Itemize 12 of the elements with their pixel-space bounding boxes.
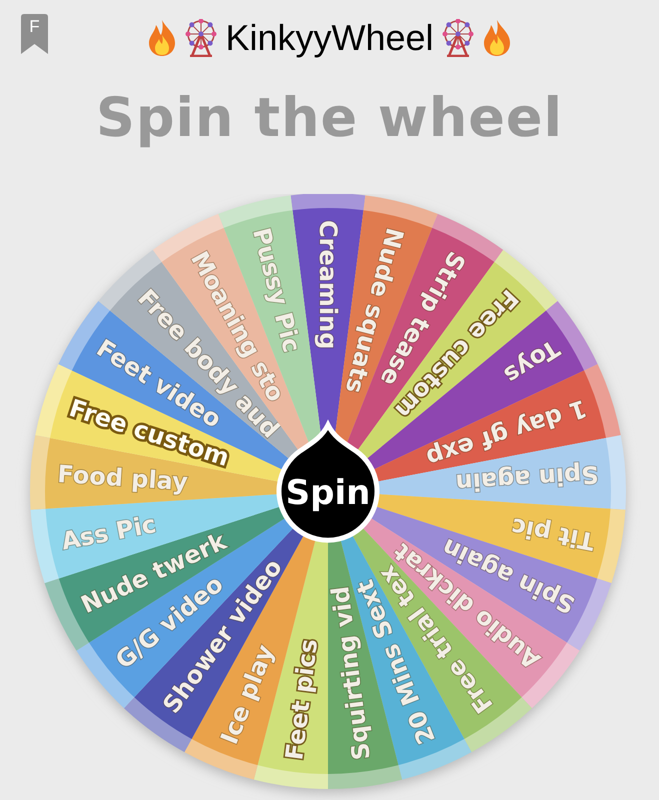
segment-label: Toys <box>498 334 564 390</box>
segment-label: Food play <box>56 460 189 496</box>
segment-label: Tit pic <box>509 512 597 556</box>
segment-label: Creaming <box>314 220 342 350</box>
segment-label: Spin again <box>454 460 600 497</box>
page-heading: Spin the wheel <box>94 85 564 151</box>
ferris-wheel-icon <box>183 19 220 57</box>
ferris-wheel-icon <box>440 19 476 57</box>
flame-icon <box>482 19 512 57</box>
app-title: KinkyyWheel <box>225 17 434 59</box>
flame-icon <box>147 19 178 57</box>
segment-label: Feet pics <box>280 637 324 762</box>
